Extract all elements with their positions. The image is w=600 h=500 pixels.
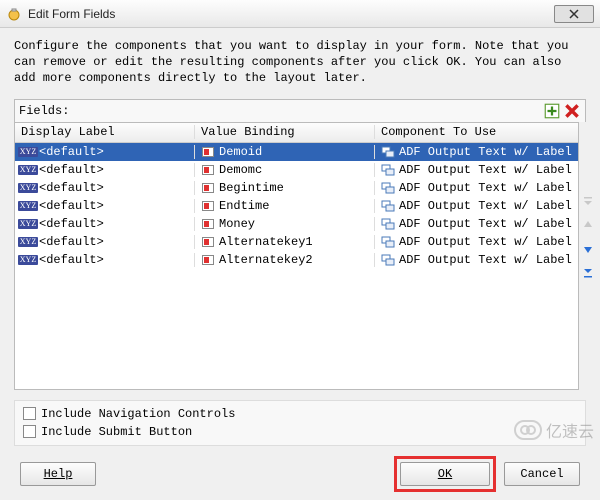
- watermark-icon: [514, 420, 542, 440]
- display-label-cell: <default>: [39, 235, 104, 249]
- fields-table[interactable]: Display Label Value Binding Component To…: [14, 122, 579, 390]
- display-label-cell: <default>: [39, 145, 104, 159]
- table-row[interactable]: XYZ <default> Endtime ADF Output Text w/ La…: [15, 197, 578, 215]
- component-cell: ADF Output Text w/ Label: [399, 145, 572, 159]
- move-up-icon[interactable]: [579, 216, 597, 234]
- binding-icon: [201, 182, 215, 194]
- header-component[interactable]: Component To Use: [375, 125, 578, 139]
- label-icon: XYZ: [21, 146, 35, 158]
- binding-cell: Demoid: [219, 145, 262, 159]
- label-icon: XYZ: [21, 218, 35, 230]
- include-nav-label: Include Navigation Controls: [41, 407, 235, 421]
- binding-icon: [201, 218, 215, 230]
- include-nav-checkbox[interactable]: [23, 407, 36, 420]
- label-icon: XYZ: [21, 182, 35, 194]
- binding-cell: Demomc: [219, 163, 262, 177]
- binding-icon: [201, 254, 215, 266]
- header-value-binding[interactable]: Value Binding: [195, 125, 375, 139]
- ok-button[interactable]: OK: [400, 462, 490, 486]
- include-submit-label: Include Submit Button: [41, 425, 192, 439]
- fields-toolbar: Fields:: [14, 99, 586, 122]
- add-field-icon[interactable]: [543, 102, 561, 120]
- display-label-cell: <default>: [39, 163, 104, 177]
- table-header: Display Label Value Binding Component To…: [15, 123, 578, 143]
- titlebar: Edit Form Fields: [0, 0, 600, 28]
- dialog-buttons: Help OK Cancel: [14, 456, 586, 492]
- move-top-icon[interactable]: [579, 192, 597, 210]
- binding-cell: Alternatekey2: [219, 253, 313, 267]
- binding-icon: [201, 146, 215, 158]
- table-row[interactable]: XYZ <default> Begintime ADF Output Text w/ …: [15, 179, 578, 197]
- cancel-button[interactable]: Cancel: [504, 462, 580, 486]
- watermark-text: 亿速云: [546, 418, 594, 442]
- label-icon: XYZ: [21, 254, 35, 266]
- component-icon: [381, 146, 395, 158]
- component-cell: ADF Output Text w/ Label: [399, 217, 572, 231]
- table-row[interactable]: XYZ <default> Alternatekey1 ADF Output Text…: [15, 233, 578, 251]
- watermark: 亿速云: [514, 418, 594, 442]
- component-icon: [381, 164, 395, 176]
- component-cell: ADF Output Text w/ Label: [399, 235, 572, 249]
- component-cell: ADF Output Text w/ Label: [399, 199, 572, 213]
- fields-label: Fields:: [19, 104, 69, 118]
- binding-cell: Begintime: [219, 181, 284, 195]
- component-icon: [381, 200, 395, 212]
- label-icon: XYZ: [21, 236, 35, 248]
- binding-icon: [201, 164, 215, 176]
- component-icon: [381, 218, 395, 230]
- instruction-text: Configure the components that you want t…: [14, 38, 586, 87]
- component-icon: [381, 254, 395, 266]
- delete-field-icon[interactable]: [563, 102, 581, 120]
- display-label-cell: <default>: [39, 181, 104, 195]
- display-label-cell: <default>: [39, 199, 104, 213]
- binding-icon: [201, 200, 215, 212]
- move-bottom-icon[interactable]: [579, 264, 597, 282]
- include-submit-checkbox[interactable]: [23, 425, 36, 438]
- table-row[interactable]: XYZ <default> Money ADF Output Text w/ Labe…: [15, 215, 578, 233]
- component-cell: ADF Output Text w/ Label: [399, 163, 572, 177]
- binding-cell: Money: [219, 217, 255, 231]
- move-down-icon[interactable]: [579, 240, 597, 258]
- help-button[interactable]: Help: [20, 462, 96, 486]
- component-icon: [381, 182, 395, 194]
- table-row[interactable]: XYZ <default> Demoid ADF Output Text w/ Lab…: [15, 143, 578, 161]
- component-cell: ADF Output Text w/ Label: [399, 253, 572, 267]
- binding-cell: Alternatekey1: [219, 235, 313, 249]
- window-title: Edit Form Fields: [28, 7, 115, 21]
- label-icon: XYZ: [21, 164, 35, 176]
- table-row[interactable]: XYZ <default> Demomc ADF Output Text w/ Lab…: [15, 161, 578, 179]
- display-label-cell: <default>: [39, 217, 104, 231]
- ok-highlight: OK: [394, 456, 496, 492]
- reorder-controls: [579, 122, 597, 282]
- component-cell: ADF Output Text w/ Label: [399, 181, 572, 195]
- app-icon: [6, 6, 22, 22]
- window-close-button[interactable]: [554, 5, 594, 23]
- label-icon: XYZ: [21, 200, 35, 212]
- binding-icon: [201, 236, 215, 248]
- header-display-label[interactable]: Display Label: [15, 125, 195, 139]
- table-row[interactable]: XYZ <default> Alternatekey2 ADF Output Text…: [15, 251, 578, 269]
- component-icon: [381, 236, 395, 248]
- display-label-cell: <default>: [39, 253, 104, 267]
- binding-cell: Endtime: [219, 199, 269, 213]
- options-panel: Include Navigation Controls Include Subm…: [14, 400, 586, 446]
